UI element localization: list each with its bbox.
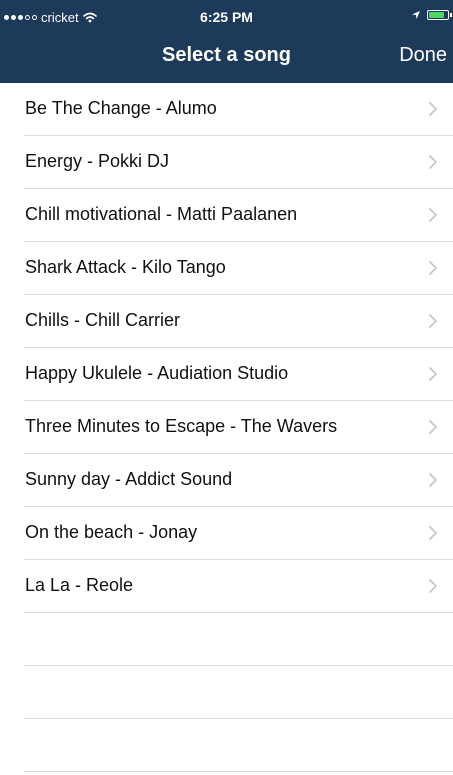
- chevron-right-icon: [429, 102, 437, 116]
- battery-cap: [450, 13, 452, 17]
- song-label: Be The Change - Alumo: [25, 98, 217, 118]
- song-row[interactable]: Chills - Chill Carrier: [0, 295, 453, 348]
- status-right: [411, 10, 452, 20]
- navigation-header: cricket 6:25 PM Select a song Done: [0, 0, 453, 83]
- song-row[interactable]: Three Minutes to Escape - The Wavers: [0, 401, 453, 454]
- song-label: Three Minutes to Escape - The Wavers: [25, 416, 338, 436]
- song-row[interactable]: Chill motivational - Matti Paalanen: [0, 189, 453, 242]
- song-row[interactable]: On the beach - Jonay: [0, 507, 453, 560]
- chevron-right-icon: [429, 367, 437, 381]
- song-label: Sunny day - Addict Sound: [25, 469, 233, 489]
- location-arrow-icon: [412, 11, 420, 19]
- song-label: Energy - Pokki DJ: [25, 151, 170, 171]
- empty-list-row: [0, 613, 453, 666]
- battery-icon: [427, 10, 452, 20]
- song-row[interactable]: La La - Reole: [0, 560, 453, 613]
- empty-list-row: [0, 719, 453, 772]
- song-label: Chill motivational - Matti Paalanen: [25, 204, 298, 224]
- chevron-right-icon: [429, 579, 437, 593]
- song-row[interactable]: Be The Change - Alumo: [0, 83, 453, 136]
- chevron-right-icon: [429, 208, 437, 222]
- chevron-right-icon: [429, 314, 437, 328]
- song-label: On the beach - Jonay: [25, 522, 198, 542]
- song-row[interactable]: Sunny day - Addict Sound: [0, 454, 453, 507]
- chevron-right-icon: [429, 261, 437, 275]
- done-button[interactable]: Done: [399, 44, 447, 67]
- song-row[interactable]: Happy Ukulele - Audiation Studio: [0, 348, 453, 401]
- song-row[interactable]: Shark Attack - Kilo Tango: [0, 242, 453, 295]
- empty-list-row: [0, 666, 453, 719]
- song-label: Happy Ukulele - Audiation Studio: [25, 363, 289, 383]
- page-title: Select a song: [162, 44, 291, 66]
- song-label: Chills - Chill Carrier: [25, 310, 181, 330]
- chevron-right-icon: [429, 420, 437, 434]
- song-label: Shark Attack - Kilo Tango: [25, 257, 226, 277]
- song-list: Be The Change - Alumo Energy - Pokki DJ …: [0, 83, 453, 772]
- clock: 6:25 PM: [200, 9, 253, 25]
- song-label: La La - Reole: [25, 575, 134, 595]
- status-bar: cricket 6:25 PM: [0, 0, 453, 38]
- song-row[interactable]: Energy - Pokki DJ: [0, 136, 453, 189]
- chevron-right-icon: [429, 155, 437, 169]
- chevron-right-icon: [429, 473, 437, 487]
- chevron-right-icon: [429, 526, 437, 540]
- battery-fill: [429, 12, 444, 18]
